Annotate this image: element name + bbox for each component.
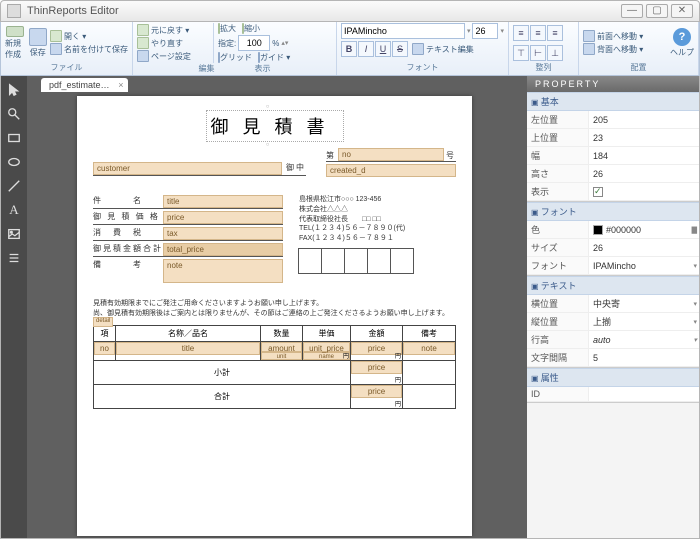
prop-id[interactable] — [589, 387, 699, 401]
font-family-select[interactable] — [341, 23, 465, 39]
field-price[interactable]: price — [163, 211, 283, 224]
align-left-button[interactable]: ≡ — [513, 25, 529, 41]
save-button[interactable]: 保存 — [28, 26, 49, 60]
report-page[interactable]: 御見積書 customer御中 第no号 created_d 件 名title … — [77, 96, 472, 536]
property-header: PROPERTY — [527, 76, 699, 92]
prop-left[interactable]: 205 — [589, 111, 699, 128]
company-block: 島根県松江市○○○ 123-456 株式会社△△△ 代表取締役社長 □□ □□ … — [299, 195, 456, 285]
bring-forward-button[interactable]: 前面へ移動 ▾ — [583, 30, 643, 42]
saveas-button[interactable]: 名前を付けて保存 — [50, 43, 128, 55]
select-tool[interactable] — [6, 82, 22, 98]
ribbon: 新規作成 保存 開く ▾ 名前を付けて保存 ファイル 元に戻す ▾ やり直す ペ… — [0, 22, 700, 76]
align-right-button[interactable]: ≡ — [547, 25, 563, 41]
app-icon — [7, 4, 21, 18]
font-size-select[interactable] — [472, 23, 498, 39]
line-tool[interactable] — [6, 178, 22, 194]
rect-tool[interactable] — [6, 130, 22, 146]
prop-height[interactable]: 26 — [589, 165, 699, 182]
valign-bot-button[interactable]: ⊥ — [547, 45, 563, 61]
underline-button[interactable]: U — [375, 41, 391, 57]
valign-top-button[interactable]: ⊤ — [513, 45, 529, 61]
strike-button[interactable]: S — [392, 41, 408, 57]
open-button[interactable]: 開く ▾ — [50, 30, 128, 42]
ellipse-tool[interactable] — [6, 154, 22, 170]
send-backward-button[interactable]: 背面へ移動 ▾ — [583, 43, 643, 55]
redo-button[interactable]: やり直す — [137, 37, 211, 49]
zoomout-button[interactable]: 縮小 — [242, 23, 260, 34]
minimize-button[interactable]: — — [621, 4, 643, 18]
prop-letterspace[interactable]: 5 — [589, 349, 699, 366]
canvas[interactable]: pdf_estimate…× 御見積書 customer御中 第no号 crea… — [27, 76, 527, 538]
document-tab[interactable]: pdf_estimate…× — [41, 78, 128, 92]
guide-toggle[interactable]: ガイド ▾ — [258, 52, 290, 63]
detail-table[interactable]: 項 名称／品名 数量 単価 金額 備考 no title amountunit … — [93, 325, 456, 409]
prop-top[interactable]: 23 — [589, 129, 699, 146]
field-customer[interactable]: customer — [93, 162, 282, 175]
close-button[interactable]: ✕ — [671, 4, 693, 18]
grid-toggle[interactable]: グリッド — [218, 52, 252, 63]
property-panel: PROPERTY 基本 左位置205 上位置23 幅184 高さ26 表示 フォ… — [527, 76, 699, 538]
maximize-button[interactable]: ▢ — [646, 4, 668, 18]
prop-valign[interactable]: 上揃▾ — [589, 313, 699, 330]
new-button[interactable]: 新規作成 — [5, 26, 26, 60]
zoom-tool[interactable] — [6, 106, 22, 122]
undo-button[interactable]: 元に戻す ▾ — [137, 24, 211, 36]
field-created[interactable]: created_d — [326, 164, 456, 177]
image-tool[interactable] — [6, 226, 22, 242]
prop-display[interactable] — [589, 183, 699, 200]
window-title: ThinReports Editor — [27, 5, 618, 17]
valign-mid-button[interactable]: ⊢ — [530, 45, 546, 61]
tab-close-icon[interactable]: × — [118, 80, 123, 90]
stamp-boxes — [299, 248, 456, 274]
help-button[interactable]: ? — [673, 28, 691, 46]
text-tool[interactable]: A — [6, 202, 22, 218]
prop-fontfamily[interactable]: IPAMincho▾ — [589, 257, 699, 274]
italic-button[interactable]: I — [358, 41, 374, 57]
titlebar: ThinReports Editor — ▢ ✕ — [0, 0, 700, 22]
prop-halign[interactable]: 中央寄▾ — [589, 295, 699, 312]
field-total[interactable]: total_price — [163, 243, 283, 256]
report-title[interactable]: 御見積書 — [93, 110, 456, 142]
tool-palette: A — [1, 76, 27, 538]
prop-lineheight[interactable]: auto▾ — [589, 331, 699, 348]
bold-button[interactable]: B — [341, 41, 357, 57]
zoomin-button[interactable]: 拡大 — [218, 23, 236, 34]
list-tool[interactable] — [6, 250, 22, 266]
prop-width[interactable]: 184 — [589, 147, 699, 164]
field-note[interactable]: note — [163, 259, 283, 283]
field-title[interactable]: title — [163, 195, 283, 208]
field-tax[interactable]: tax — [163, 227, 283, 240]
prop-fontsize[interactable]: 26 — [589, 239, 699, 256]
list-tag[interactable]: detail — [93, 317, 113, 327]
prop-color[interactable]: #000000▇ — [589, 221, 699, 238]
pagesetup-button[interactable]: ページ設定 — [137, 50, 211, 62]
field-no[interactable]: no — [338, 148, 444, 161]
textedit-button[interactable]: テキスト編集 — [412, 41, 474, 57]
align-center-button[interactable]: ≡ — [530, 25, 546, 41]
zoom-input[interactable] — [238, 35, 270, 51]
group-label-file: ファイル — [5, 62, 128, 74]
